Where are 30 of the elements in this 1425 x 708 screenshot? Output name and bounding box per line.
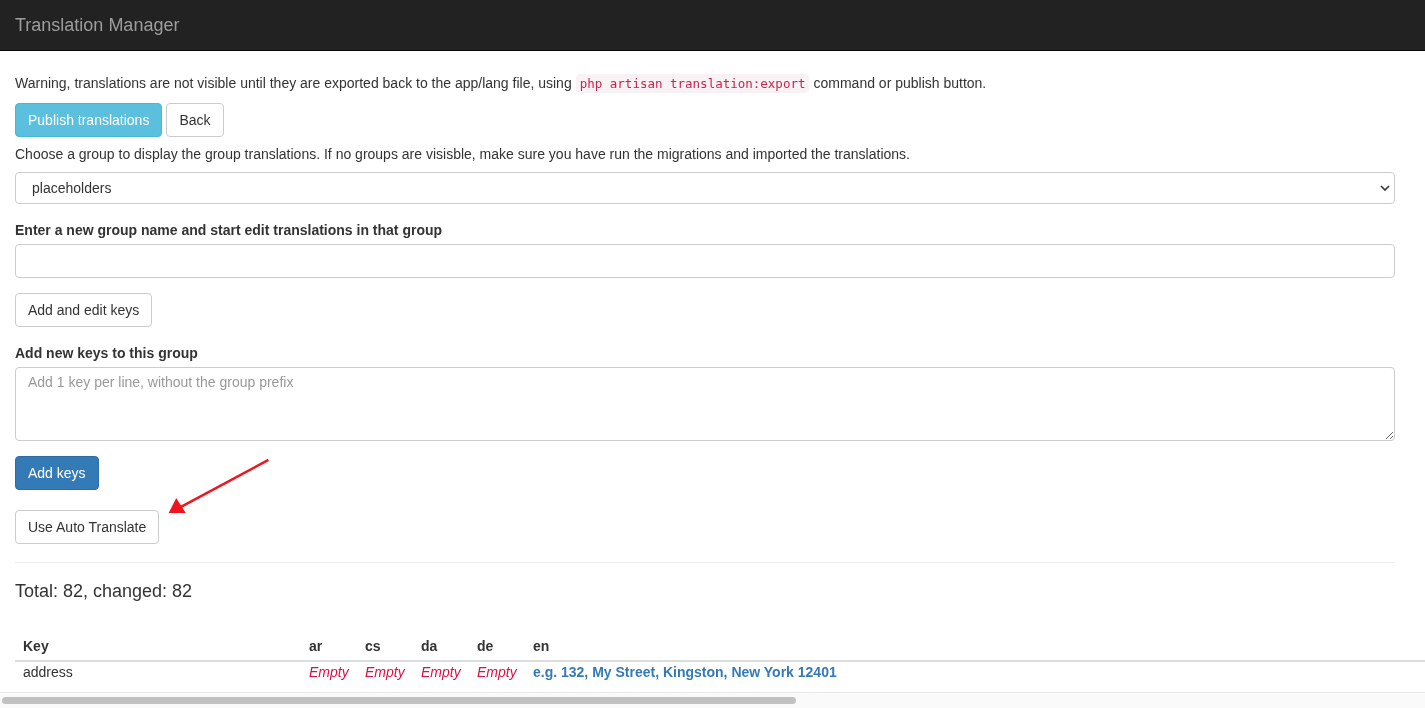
chevron-down-icon (1380, 185, 1390, 191)
command-code: php artisan translation:export (575, 73, 810, 93)
horizontal-scrollbar[interactable] (0, 692, 1425, 708)
column-header: Key (15, 632, 301, 661)
column-header: cs (357, 632, 413, 661)
scrollbar-thumb[interactable] (2, 697, 796, 704)
add-keys-button[interactable]: Add keys (15, 456, 99, 490)
field-label: Add new keys to this group (15, 345, 198, 361)
group-hint: Choose a group to display the group translations. If no groups are visisble, make sure you have run the migrations and imported the translations. (15, 146, 911, 162)
translation-link[interactable]: Empty (477, 664, 517, 680)
column-header: ar (301, 632, 357, 661)
totals-heading: Total: 82, changed: 82 (15, 581, 193, 602)
field-label: Enter a new group name and start edit translations in that group (15, 222, 443, 238)
column-header: de (469, 632, 525, 661)
back-button[interactable]: Back (166, 103, 224, 137)
column-header: da (413, 632, 469, 661)
group-select[interactable]: placeholders (15, 172, 1395, 204)
group-name-field[interactable] (15, 244, 1395, 278)
translation-link[interactable]: Empty (365, 664, 405, 680)
app-title[interactable]: Translation Manager (15, 14, 180, 36)
warning-text: Warning, translations are not visible until they are exported back to the app/lang file, using (15, 75, 572, 91)
warning-text: command or publish button. (813, 75, 987, 91)
auto-translate-button[interactable]: Use Auto Translate (15, 510, 160, 544)
translation-link[interactable]: Empty (309, 664, 349, 680)
keys-field[interactable]: Add 1 key per line, without the group prefix (15, 367, 1395, 441)
translation-link[interactable]: e.g. 132, My Street, Kingston, New York 12401 (533, 664, 837, 680)
add-edit-keys-button[interactable]: Add and edit keys (15, 293, 153, 327)
column-header: en (525, 632, 1425, 661)
translation-link[interactable]: Empty (421, 664, 461, 680)
table-cell: address (15, 661, 301, 680)
